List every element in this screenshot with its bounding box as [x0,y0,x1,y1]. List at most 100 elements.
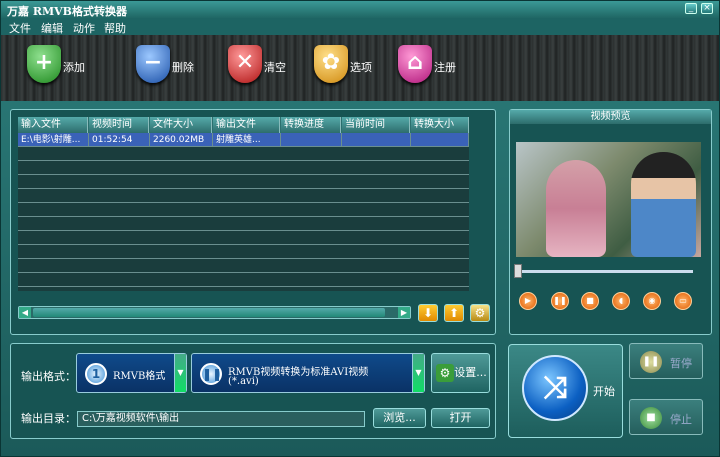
x-icon: ✕ [228,45,262,83]
move-down-button[interactable]: ⬇ [418,304,438,322]
play-icon: ▶ [524,296,532,305]
browse-button[interactable]: 浏览... [373,408,426,428]
table-row [18,245,469,259]
register-label: 注册 [434,61,456,74]
column-header[interactable]: 转换大小 [411,117,469,133]
scroll-left-arrow-icon[interactable]: ◀ [19,307,31,318]
profile-icon: ❚❚ [200,363,222,385]
pause-icon: ❚❚ [553,296,567,305]
converted-size-cell [411,133,469,147]
gear-icon: ⚙ [436,364,454,382]
column-header[interactable]: 转换进度 [281,117,341,133]
menu-action[interactable]: 动作 [73,20,95,36]
camera-icon: ◉ [648,296,656,305]
format-number-icon: 1 [85,363,107,385]
current-time-cell [342,133,411,147]
video-figure [631,152,696,257]
horizontal-scrollbar[interactable]: ◀ ▶ [18,306,411,319]
progress-cell [281,133,342,147]
film-gear-icon: ⚙ [474,306,486,320]
volume-button[interactable]: ◖ [612,292,630,310]
output-format-label: 输出格式： [21,370,76,383]
snapshot-button[interactable]: ◉ [643,292,661,310]
output-settings-button[interactable]: ⚙ [470,304,490,322]
title-bar: 万嘉 RMVB格式转换器 _ × [1,1,719,18]
profile-line2: (*.avi) [228,376,259,387]
table-header: 输入文件 视频时间 文件大小 输出文件 转换进度 当前时间 转换大小 [18,117,469,133]
scroll-thumb[interactable] [33,308,385,317]
input-file-cell: E:\电影\射雕... [18,133,89,147]
duration-cell: 01:52:54 [89,133,150,147]
pause-icon: ❚❚ [640,351,662,373]
seek-slider[interactable] [514,264,693,278]
profile-select[interactable]: ❚❚ RMVB视频转换为标准AVI视频 (*.avi) ▼ [191,353,425,393]
column-header[interactable]: 视频时间 [89,117,149,133]
stop-label: 停止 [670,413,692,426]
shuffle-icon: ⤨ [522,355,588,421]
size-cell: 2260.02MB [150,133,213,147]
table-row [18,147,469,161]
menu-help[interactable]: 帮助 [104,20,126,36]
plus-icon: + [27,45,61,83]
menu-file[interactable]: 文件 [9,20,31,36]
open-folder-button[interactable]: ▭ [674,292,692,310]
table-row[interactable]: E:\电影\射雕... 01:52:54 2260.02MB 射雕英雄... [18,133,469,147]
column-header[interactable]: 当前时间 [342,117,410,133]
preview-title: 视频预览 [510,110,711,124]
column-header[interactable]: 输入文件 [18,117,88,133]
seek-knob[interactable] [514,264,522,278]
pause-preview-button[interactable]: ❚❚ [551,292,569,310]
arrow-down-icon: ⬇ [422,306,434,320]
pause-label: 暂停 [670,357,692,370]
minimize-button[interactable]: _ [685,3,697,14]
menu-edit[interactable]: 编辑 [41,20,63,36]
delete-label: 删除 [172,61,194,74]
clear-label: 清空 [264,61,286,74]
scroll-right-arrow-icon[interactable]: ▶ [398,307,410,318]
dropdown-arrow-icon[interactable]: ▼ [412,354,424,392]
settings-button[interactable]: ⚙ 设置... [431,353,490,393]
toolbar: + 添加 − 删除 ✕ 清空 ✿ 选项 ⌂ 注册 [1,35,719,101]
table-row [18,273,469,287]
file-table: 输入文件 视频时间 文件大小 输出文件 转换进度 当前时间 转换大小 E:\电影… [18,117,469,291]
move-up-button[interactable]: ⬆ [444,304,464,322]
output-dir-label: 输出目录： [21,412,76,425]
menu-bar: 文件 编辑 动作 帮助 [1,18,719,35]
arrow-up-icon: ⬆ [448,306,460,320]
table-row [18,217,469,231]
output-file-cell: 射雕英雄... [213,133,281,147]
gear-icon: ✿ [314,45,348,83]
volume-icon: ◖ [618,296,624,305]
folder-icon: ▭ [679,296,687,305]
play-button[interactable]: ▶ [519,292,537,310]
start-button[interactable]: ⤨ 开始 [508,344,623,438]
minus-icon: − [136,45,170,83]
start-label: 开始 [593,385,615,398]
output-dir-field[interactable]: C:\万嘉视频软件\输出 [77,411,365,427]
open-button[interactable]: 打开 [431,408,490,428]
window-title: 万嘉 RMVB格式转换器 [7,5,127,18]
table-row [18,259,469,273]
column-header[interactable]: 文件大小 [150,117,212,133]
preview-panel: 视频预览 ▶ ❚❚ ■ ◖ ◉ ▭ [509,109,712,335]
stop-button[interactable]: ■ 停止 [629,399,703,435]
table-row [18,175,469,189]
table-row [18,161,469,175]
table-row [18,231,469,245]
table-row [18,189,469,203]
basket-icon: ⌂ [398,45,432,83]
dropdown-arrow-icon[interactable]: ▼ [174,354,186,392]
stop-preview-button[interactable]: ■ [581,292,599,310]
stop-icon: ■ [640,407,662,429]
stop-icon: ■ [586,296,594,305]
video-figure [546,160,606,257]
pause-button[interactable]: ❚❚ 暂停 [629,343,703,379]
format-select[interactable]: 1 RMVB格式 ▼ [76,353,187,393]
options-label: 选项 [350,61,372,74]
column-header[interactable]: 输出文件 [213,117,280,133]
table-row [18,203,469,217]
close-button[interactable]: × [701,3,713,14]
main-window: 万嘉 RMVB格式转换器 _ × 文件 编辑 动作 帮助 + 添加 − 删除 ✕… [0,0,720,457]
add-label: 添加 [63,61,85,74]
format-value: RMVB格式 [113,371,166,382]
